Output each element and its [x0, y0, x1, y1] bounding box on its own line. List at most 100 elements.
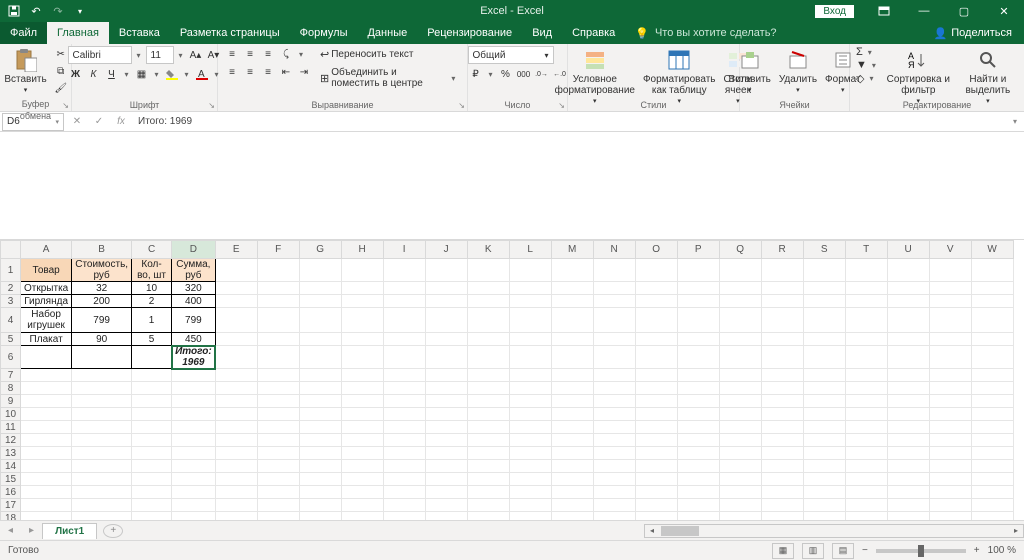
cell[interactable] — [677, 486, 719, 499]
fx-icon[interactable]: fx — [110, 116, 132, 127]
scroll-thumb[interactable] — [661, 526, 699, 536]
tab-view[interactable]: Вид — [522, 22, 562, 44]
cell[interactable] — [551, 421, 593, 434]
cell[interactable] — [467, 333, 509, 346]
cell[interactable] — [971, 486, 1013, 499]
cell[interactable] — [467, 473, 509, 486]
cancel-formula-icon[interactable]: ✕ — [66, 116, 88, 127]
minimize-icon[interactable]: — — [904, 0, 944, 22]
align-middle-icon[interactable]: ≡ — [242, 46, 258, 62]
cell[interactable] — [299, 308, 341, 333]
cell[interactable] — [551, 333, 593, 346]
cell[interactable] — [677, 295, 719, 308]
row-header[interactable]: 6 — [1, 346, 21, 369]
cell[interactable] — [929, 499, 971, 512]
normal-view-icon[interactable]: ▦ — [772, 543, 794, 559]
row-header[interactable]: 9 — [1, 395, 21, 408]
cell[interactable] — [341, 346, 383, 369]
cell[interactable] — [929, 282, 971, 295]
col-header[interactable]: K — [467, 241, 509, 259]
cell[interactable] — [341, 333, 383, 346]
cell[interactable] — [132, 460, 172, 473]
ribbon-display-icon[interactable] — [864, 0, 904, 22]
cell[interactable] — [971, 408, 1013, 421]
col-header[interactable]: C — [132, 241, 172, 259]
cell[interactable] — [845, 333, 887, 346]
cell[interactable] — [257, 308, 299, 333]
row-header[interactable]: 12 — [1, 434, 21, 447]
cell[interactable] — [677, 259, 719, 282]
formula-input[interactable]: Итого: 1969 — [132, 116, 1006, 127]
cell[interactable] — [761, 447, 803, 460]
cell[interactable]: Кол-во, шт — [132, 259, 172, 282]
cell[interactable] — [509, 421, 551, 434]
sheet-nav-next-icon[interactable]: ▸ — [21, 525, 42, 536]
cell[interactable] — [257, 295, 299, 308]
col-header[interactable]: W — [971, 241, 1013, 259]
cell[interactable] — [425, 282, 467, 295]
cell[interactable] — [509, 308, 551, 333]
cell[interactable] — [887, 395, 929, 408]
cell[interactable] — [299, 259, 341, 282]
number-format-select[interactable]: Общий▾ — [468, 46, 554, 64]
col-header[interactable]: H — [341, 241, 383, 259]
col-header[interactable]: I — [383, 241, 425, 259]
cell[interactable] — [299, 295, 341, 308]
cell[interactable] — [467, 295, 509, 308]
cell[interactable] — [72, 460, 132, 473]
page-layout-view-icon[interactable]: ▥ — [802, 543, 824, 559]
cell[interactable] — [257, 512, 299, 521]
cell[interactable] — [172, 395, 216, 408]
cell[interactable] — [21, 434, 72, 447]
cell[interactable] — [299, 486, 341, 499]
col-header[interactable]: R — [761, 241, 803, 259]
grow-font-icon[interactable]: A▴ — [188, 47, 204, 63]
cell[interactable] — [425, 333, 467, 346]
cell[interactable]: Товар — [21, 259, 72, 282]
cell[interactable] — [72, 434, 132, 447]
cell[interactable] — [299, 382, 341, 395]
row-header[interactable]: 13 — [1, 447, 21, 460]
cell[interactable] — [257, 408, 299, 421]
cell[interactable] — [887, 259, 929, 282]
cell[interactable] — [761, 512, 803, 521]
underline-button[interactable]: Ч — [104, 66, 120, 82]
spreadsheet-grid[interactable]: ABCDEFGHIJKLMNOPQRSTUVW1ТоварСтоимость, … — [0, 240, 1024, 520]
row-header[interactable]: 2 — [1, 282, 21, 295]
cell[interactable] — [929, 512, 971, 521]
cell[interactable] — [341, 395, 383, 408]
cell[interactable] — [467, 421, 509, 434]
tab-data[interactable]: Данные — [357, 22, 417, 44]
cell[interactable] — [593, 333, 635, 346]
cell[interactable] — [299, 333, 341, 346]
cell[interactable] — [887, 308, 929, 333]
zoom-in-icon[interactable]: + — [974, 545, 980, 556]
cell[interactable] — [761, 308, 803, 333]
cell[interactable] — [635, 447, 677, 460]
cell[interactable] — [929, 395, 971, 408]
cut-icon[interactable]: ✂ — [53, 46, 69, 62]
col-header[interactable]: M — [551, 241, 593, 259]
cell[interactable] — [341, 408, 383, 421]
cell[interactable]: Стоимость, руб — [72, 259, 132, 282]
font-size-dd-icon[interactable]: ▾ — [176, 51, 186, 60]
cell[interactable] — [803, 282, 845, 295]
alignment-launcher-icon[interactable]: ↘ — [458, 101, 465, 110]
select-all[interactable] — [1, 241, 21, 259]
cell[interactable] — [383, 512, 425, 521]
cell[interactable] — [467, 308, 509, 333]
cell[interactable] — [172, 499, 216, 512]
cell[interactable] — [72, 346, 132, 369]
cell[interactable] — [719, 434, 761, 447]
cell[interactable] — [172, 369, 216, 382]
cell[interactable] — [257, 346, 299, 369]
cell[interactable] — [845, 434, 887, 447]
cell[interactable] — [21, 421, 72, 434]
cell[interactable] — [803, 447, 845, 460]
close-icon[interactable]: ✕ — [984, 0, 1024, 22]
cell[interactable] — [467, 512, 509, 521]
cell[interactable] — [132, 421, 172, 434]
cell[interactable] — [299, 434, 341, 447]
cell[interactable] — [509, 333, 551, 346]
cell[interactable] — [761, 434, 803, 447]
